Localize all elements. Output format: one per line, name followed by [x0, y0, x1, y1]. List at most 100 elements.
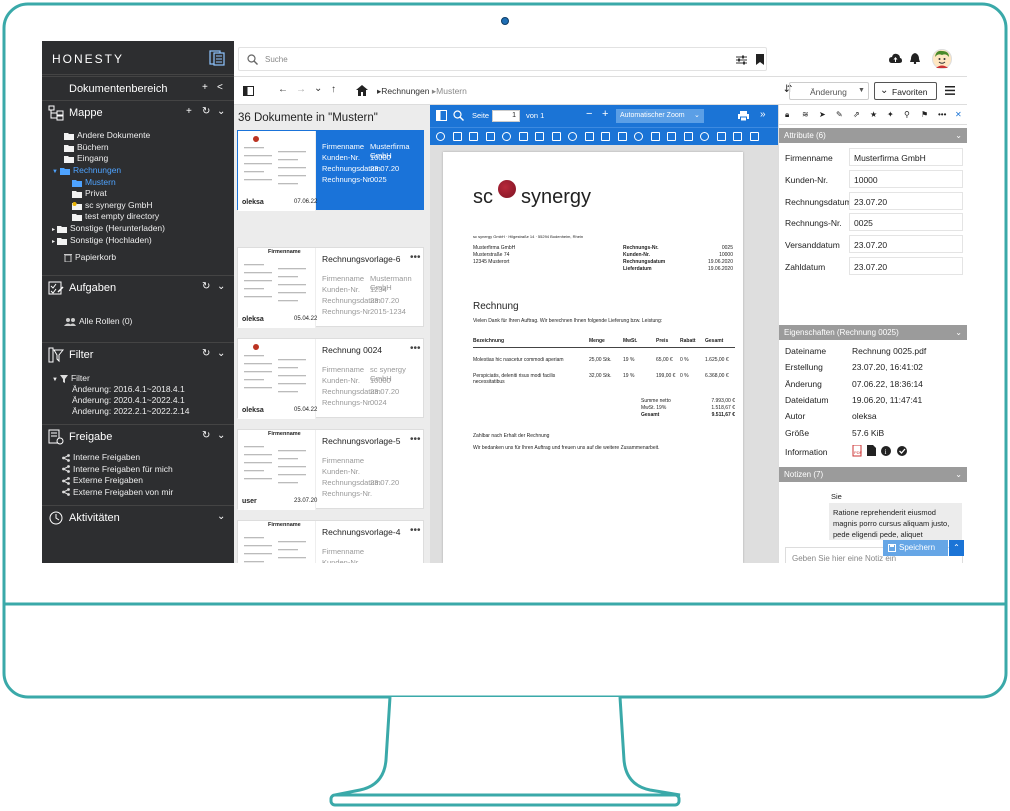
attribute-input[interactable]: 23.07.20 [849, 257, 963, 275]
arrow-icon[interactable] [650, 132, 660, 141]
document-card[interactable]: Firmenname oleksa 05.04.22 Rechnungsvorlage… [237, 247, 424, 328]
layers-icon[interactable]: ≋ [802, 110, 809, 119]
folder-item[interactable]: sc synergy GmbH [72, 200, 153, 210]
sort-select[interactable]: Änderung ▼ [789, 82, 869, 100]
back-icon[interactable]: ← [278, 84, 288, 95]
chevron-left-icon[interactable]: < [217, 82, 223, 93]
section-share[interactable]: Freigabe ↻ ⌄ [42, 424, 234, 448]
zoom-in-icon[interactable]: + [602, 108, 608, 120]
sliders-icon[interactable] [736, 55, 747, 65]
attribute-input[interactable]: 0025 [849, 213, 963, 232]
notes-header[interactable]: Notizen (7) ⌄ [779, 467, 967, 482]
add-icon[interactable]: + [202, 82, 208, 93]
share-item[interactable]: Interne Freigaben für mich [62, 464, 173, 474]
folder-item[interactable]: test empty directory [72, 211, 159, 221]
folder-item[interactable]: Andere Dokumente [64, 130, 150, 140]
search-icon[interactable] [453, 110, 464, 121]
folder-item[interactable]: ▼ Rechnungen [52, 165, 121, 175]
text-select-icon[interactable] [584, 132, 594, 141]
text-replace-icon[interactable] [535, 132, 544, 141]
zoom-out-icon[interactable]: − [586, 108, 592, 120]
caret-right-icon[interactable]: ▸ [52, 239, 55, 245]
document-card[interactable]: Firmennameuser23.07.20Rechnungsvorlage-4… [237, 520, 424, 563]
comment-icon[interactable] [601, 132, 610, 141]
caret-down-icon[interactable]: ▼ [52, 377, 58, 383]
open-external-icon[interactable]: ⇗ [853, 110, 860, 119]
pin-icon[interactable]: ⚑ [921, 110, 928, 119]
underline-icon[interactable] [502, 132, 511, 141]
home-icon[interactable] [356, 85, 368, 96]
refresh-icon[interactable]: ↻ [202, 281, 210, 292]
refresh-icon[interactable]: ↻ [202, 106, 210, 117]
zoom-select[interactable]: Automatischer Zoom ⌄ [616, 109, 704, 123]
document-card[interactable]: oleksa 07.06.22 Firmenname Musterfirma GmbH… [237, 130, 424, 211]
note-icon[interactable] [551, 132, 561, 141]
share-item[interactable]: Externe Freigaben von mir [62, 487, 173, 497]
section-activities[interactable]: Aktivitäten ⌄ [42, 505, 234, 529]
document-card[interactable]: oleksa 05.04.22 Rechnung 0024 ••• Firmenname… [237, 338, 424, 419]
favorites-button[interactable]: ⌄ Favoriten [874, 82, 937, 100]
print-icon[interactable] [738, 111, 749, 121]
more-icon[interactable]: ••• [410, 434, 421, 445]
bookmark-icon[interactable] [756, 54, 764, 65]
filter-item[interactable]: Änderung: 2022.2.1~2022.2.14 [72, 406, 189, 416]
attribute-input[interactable]: Musterfirma GmbH [849, 148, 963, 166]
folder-item[interactable]: ▸ Sonstige (Herunterladen) [52, 223, 165, 233]
caret-right-icon[interactable]: ▸ [52, 227, 55, 233]
hand-icon[interactable] [568, 132, 577, 141]
panel-toggle-icon[interactable] [243, 86, 254, 96]
more-icon[interactable]: ••• [410, 252, 421, 263]
save-dropdown-button[interactable]: ⌃ [949, 540, 964, 556]
folder-item[interactable]: Papierkorb [64, 252, 116, 263]
filter-item[interactable]: Änderung: 2020.4.1~2022.4.1 [72, 395, 185, 405]
refresh-icon[interactable]: ↻ [202, 430, 210, 441]
folder-item[interactable]: ▸ Sonstige (Hochladen) [52, 235, 152, 245]
properties-header[interactable]: Eigenschaften (Rechnung 0025) ⌄ [779, 325, 967, 340]
folder-item[interactable]: Mustern [72, 177, 116, 187]
filter-item[interactable]: Änderung: 2016.4.1~2018.4.1 [72, 384, 185, 394]
add-folder-icon[interactable]: + [186, 106, 192, 117]
ellipse-icon[interactable] [716, 132, 726, 141]
attribute-input[interactable]: 23.07.20 [849, 235, 963, 254]
documents-icon[interactable] [209, 50, 225, 66]
avatar[interactable] [932, 49, 952, 69]
section-tasks[interactable]: Aufgaben ↻ ⌄ [42, 275, 234, 299]
text-highlight-icon[interactable] [452, 132, 462, 141]
bookmark-star-icon[interactable]: ✦ [887, 110, 894, 119]
tasks-item[interactable]: Alle Rollen (0) [64, 316, 132, 327]
page-number-input[interactable]: 1 [492, 110, 520, 122]
rename-icon[interactable]: ✎ [836, 110, 843, 119]
text-insert-icon[interactable] [518, 132, 528, 141]
share-item[interactable]: Interne Freigaben [62, 452, 140, 462]
filter-item[interactable]: ▼ Filter [52, 373, 90, 383]
breadcrumb-item[interactable]: Rechnungen [381, 86, 429, 96]
attribute-input[interactable]: 23.07.20 [849, 191, 963, 210]
search-input[interactable]: Suche [265, 55, 288, 64]
chevron-down-icon[interactable]: ⌄ [217, 511, 225, 522]
chevron-down-icon[interactable]: ⌄ [217, 348, 225, 359]
star-icon[interactable]: ★ [870, 110, 877, 119]
sidebar-toggle-icon[interactable] [436, 110, 447, 121]
more-tools-icon[interactable]: » [760, 109, 766, 120]
forward-icon[interactable]: → [296, 84, 306, 95]
share-item[interactable]: Externe Freigaben [62, 475, 143, 485]
workflow-icon[interactable]: ⚲ [904, 110, 910, 119]
stamp-icon[interactable] [733, 132, 742, 141]
pen-icon[interactable] [617, 132, 627, 141]
more-icon[interactable]: ••• [410, 343, 421, 354]
menu-icon[interactable] [945, 86, 955, 95]
caret-down-icon[interactable]: ▼ [52, 169, 58, 175]
bell-icon[interactable] [910, 53, 920, 64]
font-icon[interactable] [469, 132, 478, 141]
section-filter[interactable]: Filter ↻ ⌄ [42, 342, 234, 366]
square-icon[interactable] [683, 132, 693, 141]
highlight-icon[interactable] [436, 132, 445, 141]
signature-icon[interactable] [749, 132, 759, 141]
chevron-down-icon[interactable]: ⌄ [217, 281, 225, 292]
save-button[interactable]: Speichern [883, 540, 948, 556]
history-dropdown-icon[interactable]: ⌄ [314, 83, 322, 94]
cloud-upload-icon[interactable] [889, 53, 902, 64]
attributes-header[interactable]: Attribute (6) ⌄ [779, 128, 967, 143]
search-box[interactable]: Suche [238, 47, 767, 71]
refresh-icon[interactable]: ↻ [202, 348, 210, 359]
